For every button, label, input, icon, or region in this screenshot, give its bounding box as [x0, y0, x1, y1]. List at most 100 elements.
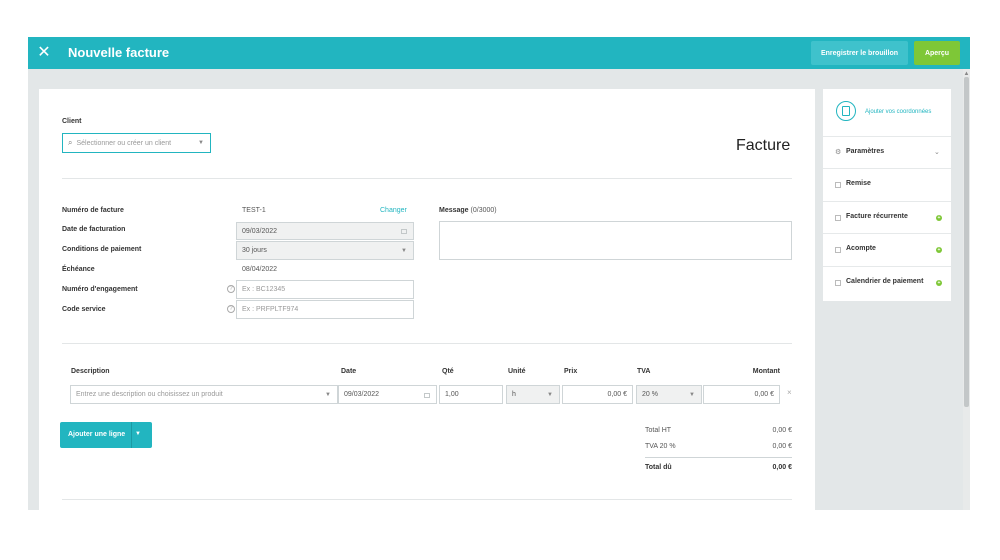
calendar-icon	[424, 393, 430, 398]
message-textarea[interactable]	[439, 221, 792, 260]
sidebar-item-payment-schedule[interactable]: Calendrier de paiement +	[823, 266, 951, 299]
chevron-down-icon: ▼	[401, 248, 407, 254]
help-icon[interactable]: ?	[227, 285, 235, 293]
chevron-down-icon: ▼	[547, 392, 553, 398]
due-date-label: Échéance	[62, 266, 95, 273]
add-line-button[interactable]: Ajouter une ligne ▼	[60, 422, 152, 448]
line-description-placeholder: Entrez une description ou choisissez un …	[76, 391, 223, 398]
line-amount-value: 0,00 €	[754, 391, 774, 398]
total-ht-value: 0,00 €	[772, 427, 792, 434]
remove-line-icon[interactable]: ×	[787, 388, 792, 397]
total-due-value: 0,00 €	[772, 464, 792, 471]
chevron-down-icon: ▼	[325, 392, 331, 398]
search-icon: ⌕	[68, 138, 73, 147]
document-type-title: Facture	[736, 137, 791, 154]
save-draft-button[interactable]: Enregistrer le brouillon	[811, 41, 908, 65]
divider	[62, 343, 792, 344]
sidebar-item-label: Calendrier de paiement	[846, 278, 924, 285]
col-header-qty: Qté	[442, 368, 454, 375]
total-ht-label: Total HT	[645, 427, 672, 434]
invoice-document: Client ⌕ Sélectionner ou créer un client…	[39, 89, 815, 510]
line-price-input[interactable]: 0,00 €	[562, 385, 633, 404]
chevron-down-icon[interactable]: ▼	[135, 431, 141, 437]
line-date-value: 09/03/2022	[344, 391, 380, 398]
total-vat-value: 0,00 €	[772, 443, 792, 450]
button-divider	[131, 422, 132, 448]
due-date-value: 08/04/2022	[242, 266, 278, 273]
chevron-down-icon: ▼	[198, 140, 204, 146]
line-vat-value: 20 %	[642, 391, 658, 398]
commitment-number-label: Numéro d'engagement	[62, 286, 138, 293]
service-code-label: Code service	[62, 306, 106, 313]
plus-icon[interactable]: +	[936, 247, 942, 253]
plus-icon[interactable]: +	[936, 215, 942, 221]
sidebar-item-deposit[interactable]: Acompte +	[823, 233, 951, 266]
col-header-description: Description	[71, 368, 110, 375]
line-description-input[interactable]: Entrez une description ou choisissez un …	[70, 385, 338, 404]
calendar-icon	[401, 229, 407, 234]
line-qty-value: 1,00	[445, 391, 459, 398]
client-select-placeholder: Sélectionner ou créer un client	[76, 139, 172, 147]
checkbox[interactable]	[835, 215, 841, 221]
invoice-date-label: Date de facturation	[62, 226, 126, 233]
sidebar-item-label: Acompte	[846, 245, 876, 252]
total-vat-label: TVA 20 %	[645, 443, 676, 450]
sidebar-item-label: Facture récurrente	[846, 213, 908, 220]
contact-card-icon	[836, 101, 856, 121]
invoice-editor: ✕ Nouvelle facture Enregistrer le brouil…	[28, 37, 970, 510]
settings-row[interactable]: ⚙ Paramètres ⌄	[823, 136, 951, 169]
add-details-link[interactable]: Ajouter vos coordonnées	[865, 109, 931, 115]
invoice-date-value: 09/03/2022	[242, 227, 278, 235]
payment-terms-value: 30 jours	[242, 247, 267, 254]
preview-button[interactable]: Aperçu	[914, 41, 960, 65]
col-header-vat: TVA	[637, 368, 651, 375]
checkbox[interactable]	[835, 247, 841, 253]
invoice-number-value: TEST-1	[242, 207, 266, 214]
divider	[62, 499, 792, 500]
chevron-down-icon: ▼	[689, 392, 695, 398]
col-header-date: Date	[341, 368, 357, 375]
col-header-unit: Unité	[508, 368, 526, 375]
service-code-placeholder: Ex : PRFPLTF974	[242, 306, 299, 313]
line-unit-select[interactable]: h ▼	[506, 385, 560, 404]
commitment-number-input[interactable]: Ex : BC12345	[236, 280, 414, 299]
chevron-down-icon[interactable]: ⌄	[934, 148, 940, 156]
divider	[62, 178, 792, 179]
total-due-label: Total dû	[645, 464, 672, 471]
sidebar-item-remise[interactable]: Remise	[823, 168, 951, 201]
plus-icon[interactable]: +	[936, 280, 942, 286]
client-select[interactable]: ⌕ Sélectionner ou créer un client ▼	[62, 133, 211, 153]
change-number-link[interactable]: Changer	[380, 207, 407, 214]
close-icon[interactable]: ✕	[36, 45, 52, 61]
add-details-row[interactable]: Ajouter vos coordonnées	[823, 89, 951, 136]
client-label: Client	[62, 118, 82, 125]
help-icon[interactable]: ?	[227, 305, 235, 313]
payment-terms-select[interactable]: 30 jours ▼	[236, 241, 414, 260]
line-vat-select[interactable]: 20 % ▼	[636, 385, 702, 404]
checkbox[interactable]	[835, 182, 841, 188]
message-label: Message (0/3000)	[439, 207, 497, 214]
line-qty-input[interactable]: 1,00	[439, 385, 503, 404]
totals-divider	[645, 457, 792, 458]
message-label-text: Message	[439, 207, 469, 214]
top-bar: ✕ Nouvelle facture Enregistrer le brouil…	[28, 37, 970, 69]
sidebar-item-recurring-invoice[interactable]: Facture récurrente +	[823, 201, 951, 234]
service-code-input[interactable]: Ex : PRFPLTF974	[236, 300, 414, 319]
commitment-number-placeholder: Ex : BC12345	[242, 286, 286, 293]
payment-terms-label: Conditions de paiement	[62, 246, 142, 253]
scroll-thumb[interactable]	[964, 77, 969, 407]
invoice-number-label: Numéro de facture	[62, 207, 124, 214]
options-sidebar: Ajouter vos coordonnées ⚙ Paramètres ⌄ R…	[823, 89, 951, 301]
scrollbar[interactable]: ▲	[963, 69, 970, 510]
line-amount-field[interactable]: 0,00 €	[703, 385, 780, 404]
checkbox[interactable]	[835, 280, 841, 286]
message-char-count: (0/3000)	[470, 207, 497, 214]
page-title: Nouvelle facture	[68, 45, 170, 60]
col-header-amount: Montant	[752, 368, 780, 375]
invoice-date-field[interactable]: 09/03/2022	[236, 222, 414, 240]
line-date-field[interactable]: 09/03/2022	[338, 385, 437, 404]
sidebar-item-label: Remise	[846, 180, 871, 187]
add-line-label: Ajouter une ligne	[68, 431, 126, 438]
gear-icon: ⚙	[835, 149, 842, 156]
line-price-value: 0,00 €	[607, 391, 627, 398]
